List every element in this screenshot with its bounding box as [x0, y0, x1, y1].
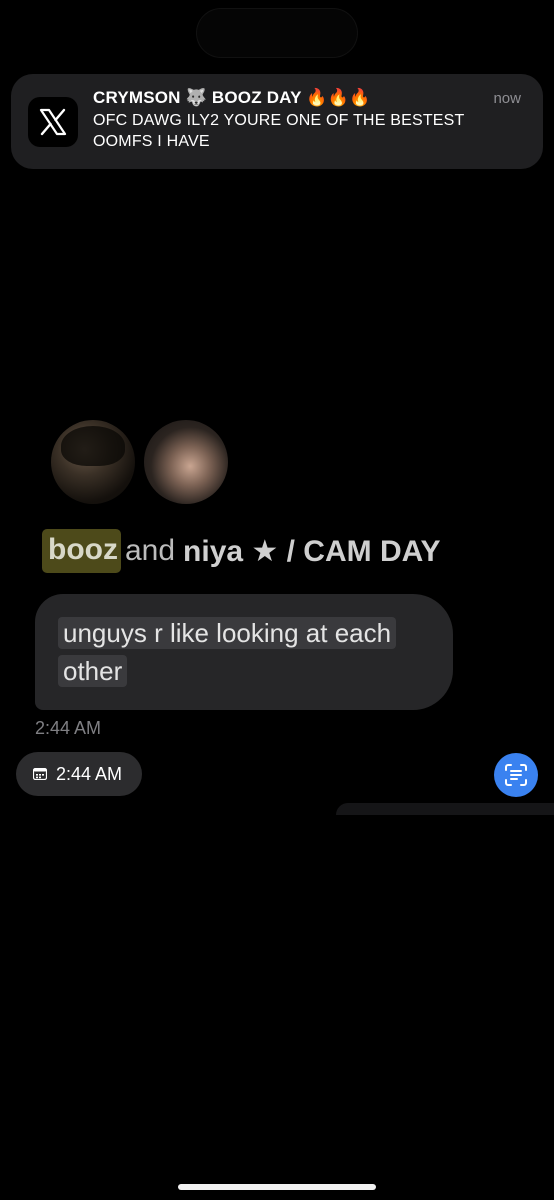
- notification-banner[interactable]: CRYMSON 🐺 BOOZ DAY 🔥🔥🔥 now OFC DAWG ILY2…: [11, 74, 543, 169]
- avatar-booz: [51, 420, 135, 504]
- partial-message-bubble: [336, 803, 554, 815]
- home-indicator[interactable]: [178, 1184, 376, 1190]
- time-chip[interactable]: 2:44 AM: [16, 752, 142, 796]
- text-scan-icon: [505, 764, 527, 786]
- message-timestamp: 2:44 AM: [35, 718, 102, 738]
- dynamic-island: [196, 8, 358, 58]
- time-chip-label: 2:44 AM: [56, 763, 123, 784]
- live-text-scan-button[interactable]: [494, 753, 538, 797]
- message-bubble[interactable]: unguys r like looking at each other: [35, 594, 453, 710]
- message-text: unguys r like looking at each other: [58, 617, 397, 687]
- avatar-niya: [144, 420, 228, 504]
- message-text-wrapper: unguys r like looking at each other: [58, 614, 438, 690]
- calendar-icon: [33, 768, 47, 780]
- notification-time: now: [493, 90, 521, 107]
- highlighted-name: booz: [42, 529, 121, 573]
- name-conjunction: and: [124, 534, 176, 567]
- name-rest: niya ★ / CAM DAY: [183, 534, 441, 568]
- notification-body: OFC DAWG ILY2 YOURE ONE OF THE BESTEST O…: [93, 112, 465, 150]
- x-logo-icon: [28, 97, 78, 147]
- chat-group-name: booz and niya ★ / CAM DAY: [42, 524, 500, 578]
- notification-title: CRYMSON 🐺 BOOZ DAY 🔥🔥🔥: [93, 88, 371, 107]
